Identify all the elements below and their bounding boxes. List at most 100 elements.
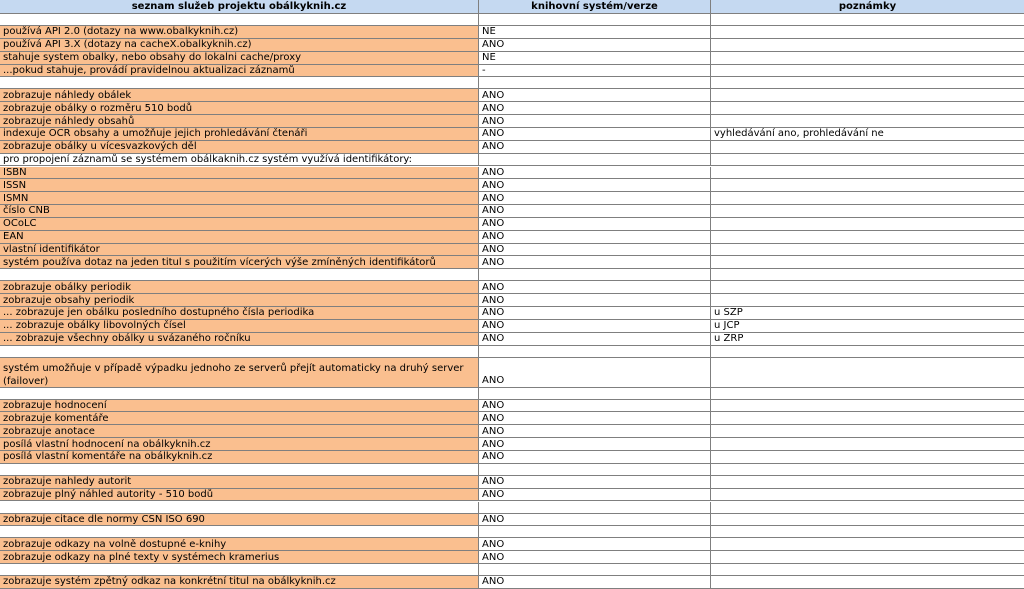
- system-value-cell[interactable]: [479, 345, 711, 358]
- note-cell[interactable]: [711, 167, 1024, 180]
- service-cell[interactable]: ... zobrazuje obálky libovolných čísel: [0, 319, 479, 333]
- note-cell[interactable]: u SZP: [711, 307, 1024, 320]
- system-value-cell[interactable]: ANO: [479, 475, 711, 489]
- note-cell[interactable]: [711, 65, 1024, 78]
- note-cell[interactable]: [711, 89, 1024, 103]
- note-cell[interactable]: [711, 256, 1024, 270]
- note-cell[interactable]: [711, 489, 1024, 502]
- service-cell[interactable]: zobrazuje nahledy autorit: [0, 475, 479, 489]
- service-cell[interactable]: [0, 463, 479, 476]
- system-value-cell[interactable]: ANO: [479, 89, 711, 103]
- system-value-cell[interactable]: ANO: [479, 294, 711, 307]
- service-cell[interactable]: zobrazuje hodnocení: [0, 399, 479, 413]
- note-cell[interactable]: [711, 26, 1024, 39]
- note-cell[interactable]: [711, 346, 1024, 358]
- system-value-cell[interactable]: ANO: [479, 217, 711, 231]
- service-cell[interactable]: [0, 526, 479, 539]
- system-value-cell[interactable]: [479, 463, 711, 476]
- note-cell[interactable]: u JCP: [711, 320, 1024, 333]
- system-value-cell[interactable]: ANO: [479, 438, 711, 451]
- service-cell[interactable]: ...pokud stahuje, provádí pravidelnou ak…: [0, 64, 479, 78]
- note-cell[interactable]: [711, 358, 1024, 388]
- service-cell[interactable]: zobrazuje obálky o rozměru 510 bodů: [0, 102, 479, 116]
- note-cell[interactable]: [711, 244, 1024, 257]
- note-cell[interactable]: [711, 451, 1024, 464]
- service-cell[interactable]: stahuje system obalky, nebo obsahy do lo…: [0, 51, 479, 65]
- note-cell[interactable]: [711, 438, 1024, 451]
- note-cell[interactable]: [711, 400, 1024, 413]
- service-cell[interactable]: zobrazuje náhledy obálek: [0, 89, 479, 103]
- note-cell[interactable]: [711, 502, 1024, 514]
- note-cell[interactable]: [711, 231, 1024, 244]
- system-value-cell[interactable]: ANO: [479, 102, 711, 116]
- note-cell[interactable]: [711, 526, 1024, 539]
- system-value-cell[interactable]: ANO: [479, 357, 711, 388]
- note-cell[interactable]: [711, 514, 1024, 527]
- system-value-cell[interactable]: [479, 387, 711, 400]
- service-cell[interactable]: indexuje OCR obsahy a umožňuje jejich pr…: [0, 127, 479, 141]
- header-notes[interactable]: poznámky: [711, 0, 1024, 14]
- service-cell[interactable]: zobrazuje obsahy periodik: [0, 294, 479, 307]
- system-value-cell[interactable]: ANO: [479, 243, 711, 257]
- service-cell[interactable]: [0, 77, 479, 90]
- system-value-cell[interactable]: ANO: [479, 488, 711, 502]
- system-value-cell[interactable]: ANO: [479, 412, 711, 426]
- system-value-cell[interactable]: ANO: [479, 256, 711, 270]
- service-cell[interactable]: zobrazuje systém zpětný odkaz na konkrét…: [0, 576, 479, 589]
- system-value-cell[interactable]: [479, 526, 711, 539]
- system-value-cell[interactable]: ANO: [479, 538, 711, 552]
- system-value-cell[interactable]: [479, 269, 711, 282]
- service-cell[interactable]: zobrazuje plný náhled autority - 510 bod…: [0, 488, 479, 502]
- service-cell[interactable]: [0, 501, 479, 514]
- note-cell[interactable]: [711, 14, 1024, 26]
- system-value-cell[interactable]: ANO: [479, 551, 711, 565]
- service-cell[interactable]: EAN: [0, 230, 479, 244]
- system-value-cell[interactable]: ANO: [479, 179, 711, 193]
- note-cell[interactable]: [711, 77, 1024, 90]
- system-value-cell[interactable]: -: [479, 64, 711, 78]
- note-cell[interactable]: [711, 205, 1024, 218]
- system-value-cell[interactable]: [479, 77, 711, 90]
- system-value-cell[interactable]: [479, 501, 711, 514]
- system-value-cell[interactable]: ANO: [479, 281, 711, 295]
- system-value-cell[interactable]: ANO: [479, 319, 711, 333]
- note-cell[interactable]: [711, 154, 1024, 167]
- service-cell[interactable]: [0, 345, 479, 358]
- note-cell[interactable]: [711, 39, 1024, 52]
- system-value-cell[interactable]: ANO: [479, 192, 711, 206]
- service-cell[interactable]: zobrazuje obálky periodik: [0, 281, 479, 295]
- service-cell[interactable]: ... zobrazuje jen obálku posledního dost…: [0, 307, 479, 320]
- service-cell[interactable]: zobrazuje odkazy na volně dostupné e-kni…: [0, 538, 479, 552]
- service-cell[interactable]: systém umožňuje v případě výpadku jednoh…: [0, 357, 479, 388]
- service-cell[interactable]: posílá vlastní komentáře na obálkyknih.c…: [0, 450, 479, 464]
- system-value-cell[interactable]: ANO: [479, 140, 711, 154]
- service-cell[interactable]: používá API 3.X (dotazy na cacheX.obalky…: [0, 38, 479, 52]
- system-value-cell[interactable]: ANO: [479, 230, 711, 244]
- note-cell[interactable]: [711, 179, 1024, 193]
- service-cell[interactable]: ISMN: [0, 192, 479, 206]
- service-cell[interactable]: zobrazuje odkazy na plné texty v systéme…: [0, 551, 479, 565]
- system-value-cell[interactable]: ANO: [479, 450, 711, 464]
- note-cell[interactable]: [711, 52, 1024, 65]
- system-value-cell[interactable]: NE: [479, 26, 711, 39]
- note-cell[interactable]: [711, 464, 1024, 476]
- service-cell[interactable]: [0, 14, 479, 26]
- service-cell[interactable]: číslo ČNB: [0, 205, 479, 218]
- header-library-system[interactable]: knihovní systém/verze: [479, 0, 711, 14]
- system-value-cell[interactable]: [479, 14, 711, 26]
- note-cell[interactable]: [711, 102, 1024, 116]
- service-cell[interactable]: systém používa dotaz na jeden titul s po…: [0, 256, 479, 270]
- system-value-cell[interactable]: ANO: [479, 513, 711, 527]
- system-value-cell[interactable]: ANO: [479, 205, 711, 218]
- system-value-cell[interactable]: [479, 564, 711, 577]
- note-cell[interactable]: [711, 269, 1024, 282]
- system-value-cell[interactable]: ANO: [479, 166, 711, 180]
- system-value-cell[interactable]: ANO: [479, 332, 711, 346]
- note-cell[interactable]: [711, 564, 1024, 577]
- note-cell[interactable]: [711, 476, 1024, 489]
- note-cell[interactable]: [711, 294, 1024, 307]
- service-cell[interactable]: ... zobrazuje všechny obálky u svázaného…: [0, 332, 479, 346]
- system-value-cell[interactable]: ANO: [479, 127, 711, 141]
- system-value-cell[interactable]: ANO: [479, 425, 711, 439]
- service-cell[interactable]: zobrazuje komentáře: [0, 412, 479, 426]
